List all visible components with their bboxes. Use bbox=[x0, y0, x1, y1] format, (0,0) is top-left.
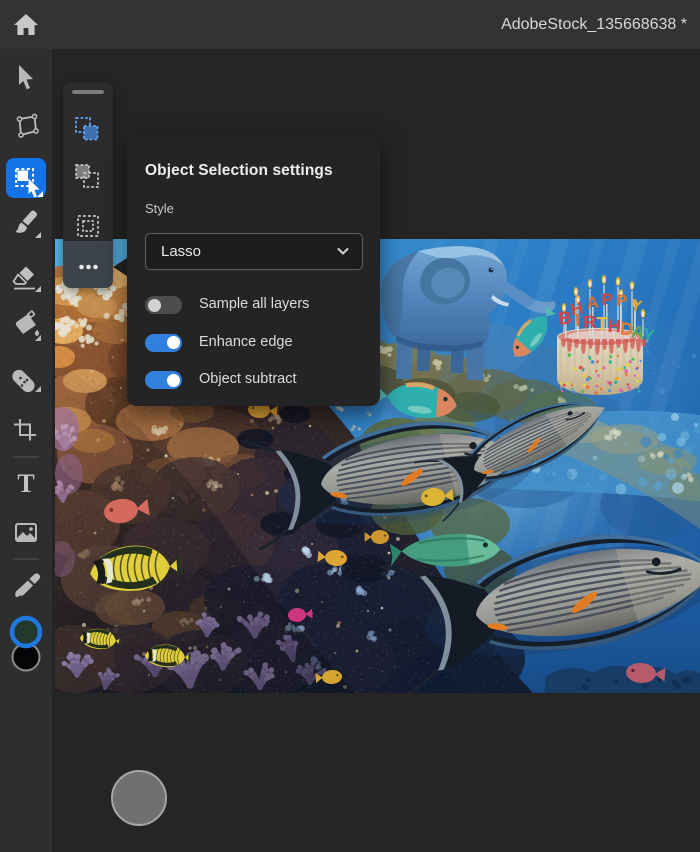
svg-text:T: T bbox=[17, 469, 34, 498]
